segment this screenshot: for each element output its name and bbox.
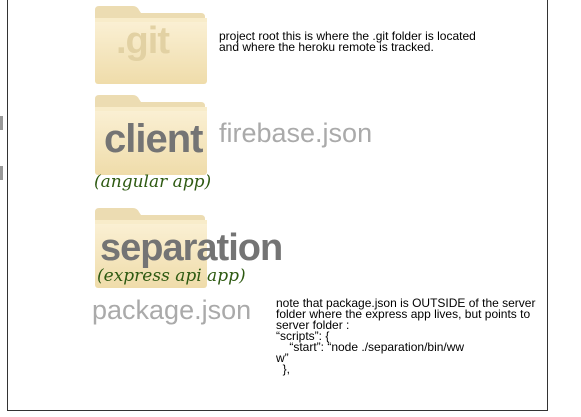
note-line: w” bbox=[276, 351, 289, 365]
edge-mark bbox=[0, 116, 3, 130]
package-json-label: package.json bbox=[92, 295, 252, 325]
separation-sub-label: (express api app) bbox=[97, 266, 246, 286]
note-line: }, bbox=[276, 362, 291, 376]
separation-folder-label: separation bbox=[100, 227, 283, 269]
note-line: and where the heroku remote is tracked. bbox=[219, 40, 434, 54]
git-note: project root this is where the .git fold… bbox=[219, 30, 476, 54]
edge-mark bbox=[0, 166, 3, 180]
package-note: note that package.json is OUTSIDE of the… bbox=[276, 297, 535, 376]
git-folder-label: .git bbox=[116, 20, 170, 62]
client-folder-label: client bbox=[104, 117, 203, 161]
firebase-json-label: firebase.json bbox=[219, 118, 373, 148]
client-sub-label: (angular app) bbox=[94, 172, 212, 192]
note-line: “start”: “node ./separation/bin/ww bbox=[276, 340, 465, 354]
